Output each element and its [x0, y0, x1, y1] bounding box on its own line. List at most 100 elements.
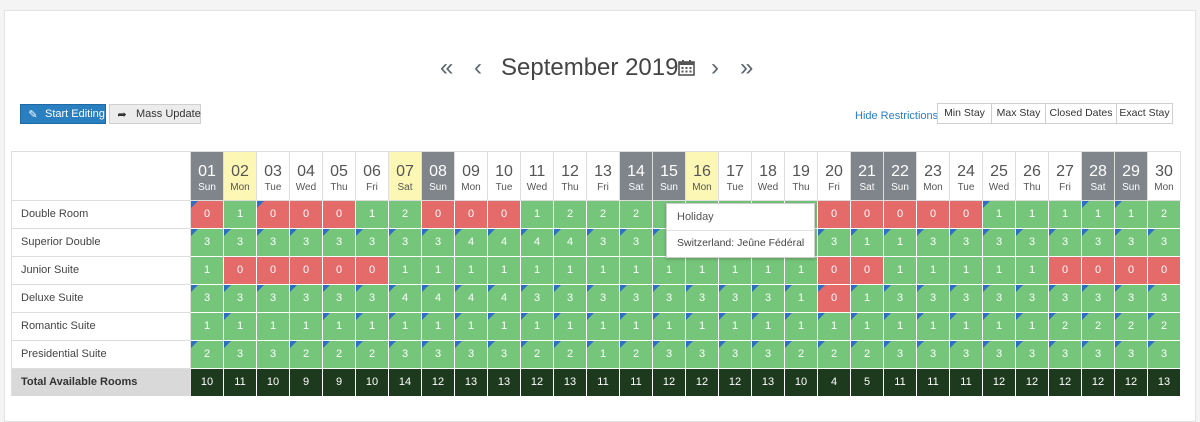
availability-cell[interactable]: 3: [1115, 341, 1148, 369]
min-stay-button[interactable]: Min Stay: [937, 103, 992, 124]
availability-cell[interactable]: 1: [1049, 201, 1082, 229]
day-header[interactable]: 02 Mon: [224, 151, 257, 201]
day-header[interactable]: 01 Sun: [191, 151, 224, 201]
availability-cell[interactable]: 1: [455, 257, 488, 285]
availability-cell[interactable]: 3: [686, 285, 719, 313]
availability-cell[interactable]: 3: [1016, 341, 1049, 369]
day-header[interactable]: 05 Thu: [323, 151, 356, 201]
calendar-icon[interactable]: [678, 59, 695, 76]
availability-cell[interactable]: 3: [950, 341, 983, 369]
availability-cell[interactable]: 3: [257, 341, 290, 369]
availability-cell[interactable]: 4: [455, 285, 488, 313]
day-header[interactable]: 28 Sat: [1082, 151, 1115, 201]
availability-cell[interactable]: 2: [785, 341, 818, 369]
day-header[interactable]: 25 Wed: [983, 151, 1016, 201]
availability-cell[interactable]: 3: [422, 229, 455, 257]
availability-cell[interactable]: 2: [587, 201, 620, 229]
availability-cell[interactable]: 3: [257, 229, 290, 257]
availability-cell[interactable]: 0: [851, 257, 884, 285]
availability-cell[interactable]: 3: [884, 341, 917, 369]
day-header[interactable]: 14 Sat: [620, 151, 653, 201]
availability-cell[interactable]: 3: [587, 285, 620, 313]
availability-cell[interactable]: 1: [356, 201, 389, 229]
day-header[interactable]: 16 Mon: [686, 151, 719, 201]
availability-cell[interactable]: 1: [1115, 201, 1148, 229]
availability-cell[interactable]: 3: [917, 341, 950, 369]
availability-cell[interactable]: 0: [257, 201, 290, 229]
availability-cell[interactable]: 4: [488, 229, 521, 257]
availability-cell[interactable]: 3: [1082, 229, 1115, 257]
day-header[interactable]: 19 Thu: [785, 151, 818, 201]
availability-cell[interactable]: 2: [554, 341, 587, 369]
availability-cell[interactable]: 1: [191, 313, 224, 341]
availability-cell[interactable]: 3: [257, 285, 290, 313]
availability-cell[interactable]: 1: [950, 313, 983, 341]
day-header[interactable]: 30 Mon: [1148, 151, 1181, 201]
availability-cell[interactable]: 0: [224, 257, 257, 285]
availability-cell[interactable]: 3: [983, 229, 1016, 257]
availability-cell[interactable]: 1: [785, 257, 818, 285]
availability-cell[interactable]: 1: [521, 257, 554, 285]
day-header[interactable]: 10 Tue: [488, 151, 521, 201]
availability-cell[interactable]: 3: [1082, 341, 1115, 369]
day-header[interactable]: 06 Fri: [356, 151, 389, 201]
availability-cell[interactable]: 0: [323, 201, 356, 229]
availability-cell[interactable]: 3: [719, 341, 752, 369]
availability-cell[interactable]: 3: [191, 229, 224, 257]
hide-restrictions-link[interactable]: Hide Restrictions: [855, 110, 938, 122]
availability-cell[interactable]: 1: [719, 313, 752, 341]
availability-cell[interactable]: 1: [191, 257, 224, 285]
availability-cell[interactable]: 0: [950, 201, 983, 229]
availability-cell[interactable]: 1: [488, 313, 521, 341]
availability-cell[interactable]: 1: [884, 229, 917, 257]
availability-cell[interactable]: 1: [719, 257, 752, 285]
availability-cell[interactable]: 3: [521, 285, 554, 313]
availability-cell[interactable]: 0: [455, 201, 488, 229]
availability-cell[interactable]: 2: [389, 201, 422, 229]
availability-cell[interactable]: 2: [290, 341, 323, 369]
availability-cell[interactable]: 1: [851, 229, 884, 257]
availability-cell[interactable]: 3: [587, 229, 620, 257]
day-header[interactable]: 13 Fri: [587, 151, 620, 201]
availability-cell[interactable]: 1: [785, 285, 818, 313]
availability-cell[interactable]: 2: [1049, 313, 1082, 341]
double-chevron-left-icon[interactable]: «: [440, 52, 453, 84]
availability-cell[interactable]: 1: [785, 313, 818, 341]
availability-cell[interactable]: 4: [422, 285, 455, 313]
availability-cell[interactable]: 3: [884, 285, 917, 313]
availability-cell[interactable]: 3: [1016, 229, 1049, 257]
availability-cell[interactable]: 3: [356, 229, 389, 257]
availability-cell[interactable]: 3: [389, 229, 422, 257]
availability-cell[interactable]: 3: [389, 341, 422, 369]
chevron-left-icon[interactable]: ‹: [474, 52, 482, 84]
day-header[interactable]: 03 Tue: [257, 151, 290, 201]
availability-cell[interactable]: 0: [290, 201, 323, 229]
availability-cell[interactable]: 1: [1016, 313, 1049, 341]
availability-cell[interactable]: 3: [752, 341, 785, 369]
availability-cell[interactable]: 1: [389, 257, 422, 285]
availability-cell[interactable]: 2: [323, 341, 356, 369]
day-header[interactable]: 08 Sun: [422, 151, 455, 201]
availability-cell[interactable]: 1: [983, 257, 1016, 285]
availability-cell[interactable]: 0: [1049, 257, 1082, 285]
availability-cell[interactable]: 1: [653, 257, 686, 285]
availability-cell[interactable]: 3: [1148, 285, 1181, 313]
availability-cell[interactable]: 3: [653, 341, 686, 369]
availability-cell[interactable]: 0: [851, 201, 884, 229]
availability-cell[interactable]: 3: [917, 229, 950, 257]
day-header[interactable]: 24 Tue: [950, 151, 983, 201]
availability-cell[interactable]: 1: [917, 257, 950, 285]
availability-cell[interactable]: 3: [1115, 229, 1148, 257]
availability-cell[interactable]: 3: [1148, 341, 1181, 369]
day-header[interactable]: 11 Wed: [521, 151, 554, 201]
availability-cell[interactable]: 3: [917, 285, 950, 313]
mass-update-button[interactable]: ➦ Mass Update: [109, 104, 201, 124]
availability-cell[interactable]: 0: [488, 201, 521, 229]
availability-cell[interactable]: 1: [620, 257, 653, 285]
availability-cell[interactable]: 3: [653, 285, 686, 313]
availability-cell[interactable]: 1: [818, 313, 851, 341]
availability-cell[interactable]: 2: [1148, 201, 1181, 229]
day-header[interactable]: 20 Fri: [818, 151, 851, 201]
chevron-right-icon[interactable]: ›: [711, 52, 719, 84]
availability-cell[interactable]: 1: [983, 201, 1016, 229]
